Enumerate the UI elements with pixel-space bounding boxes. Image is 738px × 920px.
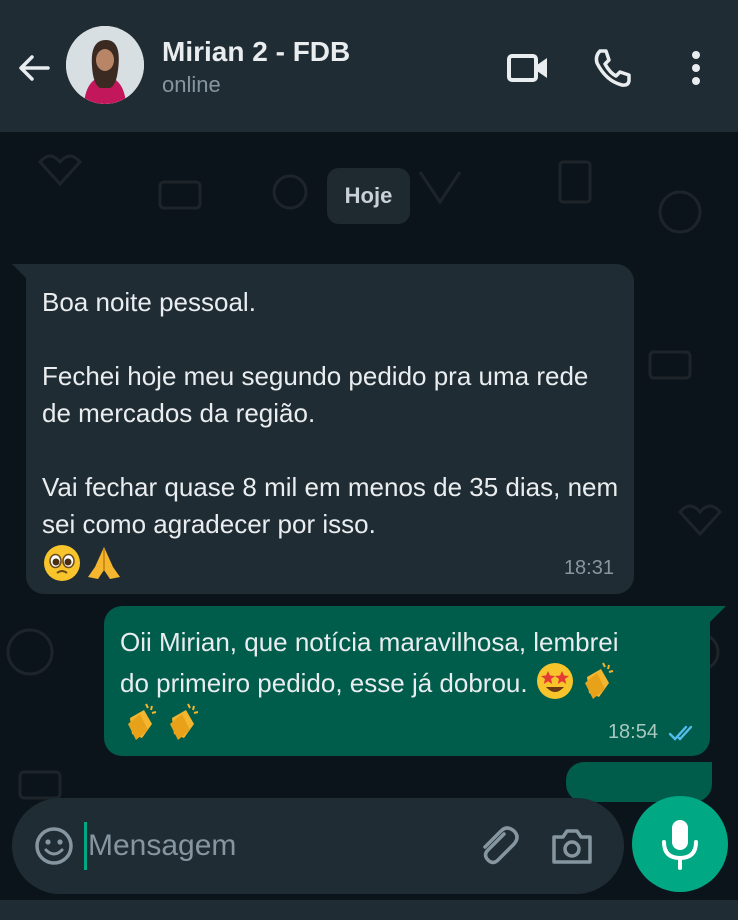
voice-message-button[interactable] (632, 796, 728, 892)
read-receipt-icon (668, 725, 693, 741)
date-separator: Hoje (327, 168, 410, 224)
incoming-message-time: 18:31 (563, 557, 614, 579)
outgoing-message-time: 18:54 (607, 721, 658, 743)
voice-call-icon[interactable] (588, 44, 636, 92)
star-struck-emoji (536, 663, 573, 699)
camera-icon[interactable] (548, 822, 596, 870)
outgoing-bubble-tail (710, 606, 726, 622)
contact-status: online (162, 72, 221, 97)
chat-header: Mirian 2 - FDB online (0, 0, 738, 132)
outgoing-message-text: Oii Mirian, que notícia maravilhosa, lem… (120, 624, 640, 743)
clapping-hands-emoji (128, 703, 157, 740)
emoji-picker-icon[interactable] (30, 822, 78, 870)
text-cursor (84, 822, 87, 870)
contact-name[interactable]: Mirian 2 - FDB (162, 36, 350, 68)
attach-icon[interactable] (476, 822, 524, 870)
incoming-message-bubble[interactable]: Boa noite pessoal. Fechei hoje meu segun… (26, 264, 634, 594)
folded-hands-emoji (88, 547, 120, 579)
incoming-message-body: Boa noite pessoal. Fechei hoje meu segun… (42, 287, 619, 539)
clapping-hands-emoji (584, 662, 614, 699)
pleading-face-emoji (44, 545, 80, 581)
back-arrow-icon[interactable] (14, 48, 54, 88)
avatar-photo (66, 26, 144, 104)
video-call-icon[interactable] (504, 44, 552, 92)
message-input[interactable]: Mensagem (88, 829, 236, 863)
system-navigation-bar (0, 900, 738, 920)
clapping-hands-emoji (170, 703, 199, 740)
contact-avatar[interactable] (66, 26, 144, 104)
outgoing-message-bubble[interactable]: Oii Mirian, que notícia maravilhosa, lem… (104, 606, 710, 756)
microphone-icon (662, 820, 698, 870)
message-composer[interactable]: Mensagem (12, 798, 624, 894)
more-options-icon[interactable] (672, 44, 720, 92)
incoming-message-text: Boa noite pessoal. Fechei hoje meu segun… (42, 284, 622, 584)
